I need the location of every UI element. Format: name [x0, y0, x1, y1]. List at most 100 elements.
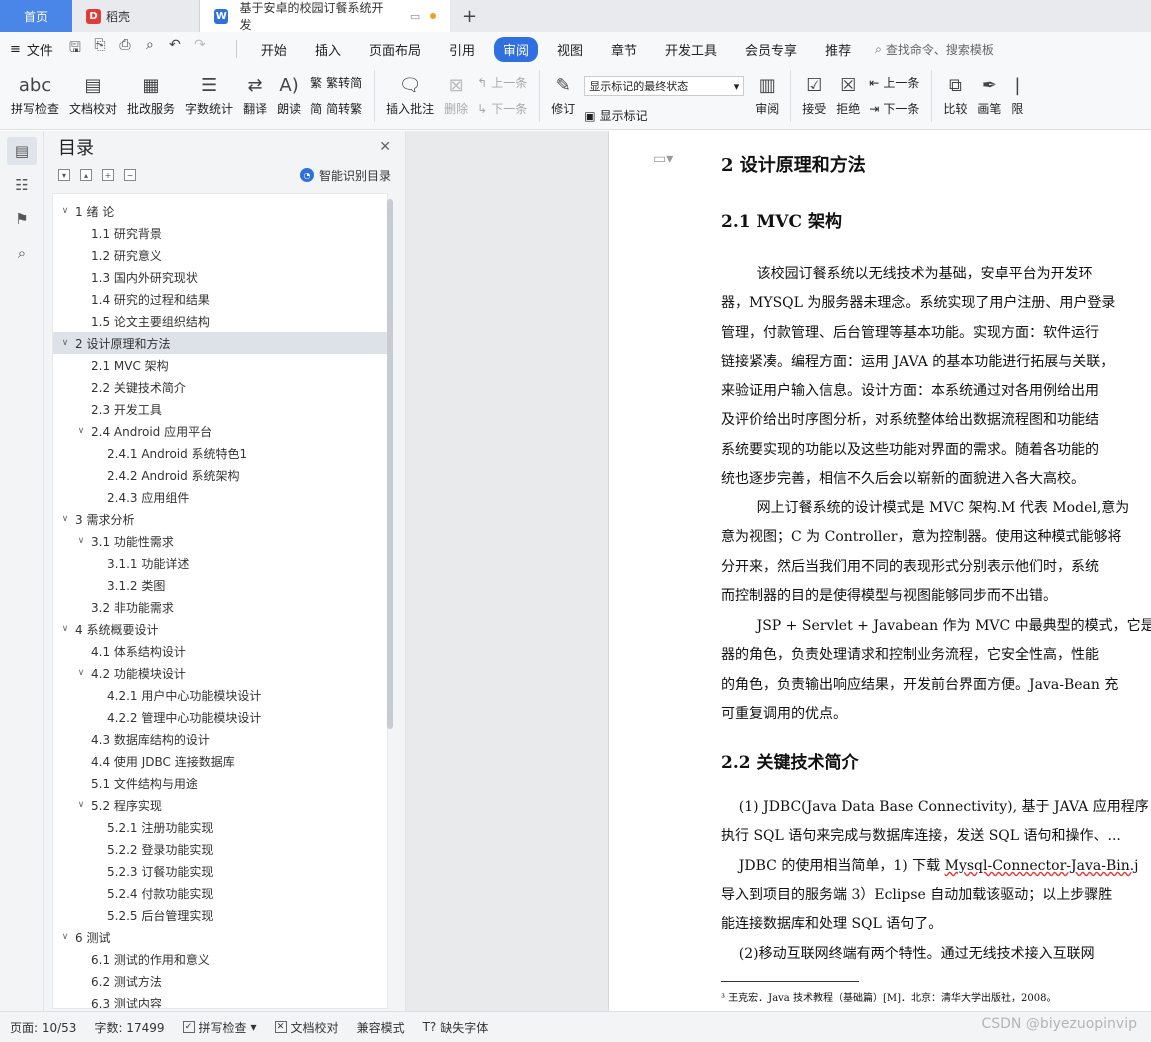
preview-icon[interactable]: ⌕: [142, 37, 158, 61]
batch-review-button[interactable]: ▦ 批改服务: [127, 70, 175, 117]
undo-icon[interactable]: ↶: [167, 37, 183, 61]
menu-layout[interactable]: 页面布局: [360, 37, 430, 62]
document-page[interactable]: ▭▾ 2 设计原理和方法 2.1 MVC 架构 该校园订餐系统以无线技术为基础，…: [608, 131, 1151, 1011]
toc-item[interactable]: 5.2.1 注册功能实现: [53, 816, 387, 838]
toc-item[interactable]: ∨ 4 系统概要设计: [53, 618, 387, 640]
menu-recommend[interactable]: 推荐: [816, 37, 860, 62]
remove-heading-icon[interactable]: −: [124, 169, 136, 181]
toc-item[interactable]: ∨ 5.2 程序实现: [53, 794, 387, 816]
toc-item[interactable]: 5.2.5 后台管理实现: [53, 904, 387, 926]
chevron-down-icon[interactable]: ∨: [59, 624, 71, 634]
next-comment-button[interactable]: ↳ 下一条: [477, 100, 527, 117]
collapse-all-icon[interactable]: ▾: [58, 169, 70, 181]
print-icon[interactable]: ⎙: [117, 37, 133, 61]
toc-item[interactable]: ∨ 1 绪 论: [53, 200, 387, 222]
menu-home[interactable]: 开始: [252, 37, 296, 62]
page-count[interactable]: 页面: 10/53: [10, 1019, 76, 1036]
menu-references[interactable]: 引用: [440, 37, 484, 62]
spell-check-button[interactable]: abc 拼写检查: [11, 70, 59, 117]
toc-item[interactable]: 2.4.2 Android 系统架构: [53, 464, 387, 486]
chevron-down-icon[interactable]: ∨: [75, 426, 87, 436]
toc-item[interactable]: 4.2.2 管理中心功能模块设计: [53, 706, 387, 728]
word-count[interactable]: 字数: 17499: [94, 1019, 164, 1036]
toc-item[interactable]: 3.1.1 功能详述: [53, 552, 387, 574]
menu-view[interactable]: 视图: [548, 37, 592, 62]
toc-item[interactable]: 5.2.3 订餐功能实现: [53, 860, 387, 882]
menu-developer[interactable]: 开发工具: [656, 37, 726, 62]
save-icon[interactable]: 🖫: [67, 37, 83, 61]
toc-item[interactable]: 2.2 关键技术简介: [53, 376, 387, 398]
prev-comment-button[interactable]: ↰ 上一条: [477, 74, 527, 91]
toc-scrollbar[interactable]: [387, 199, 393, 729]
export-icon[interactable]: ⎘: [92, 37, 108, 61]
menu-section[interactable]: 章节: [602, 37, 646, 62]
accept-button[interactable]: ☑ 接受: [802, 70, 826, 117]
toc-item[interactable]: 1.4 研究的过程和结果: [53, 288, 387, 310]
tab-daoke[interactable]: D 稻壳: [72, 0, 200, 32]
add-heading-icon[interactable]: +: [102, 169, 114, 181]
outline-icon[interactable]: ☷: [7, 171, 37, 199]
chevron-down-icon[interactable]: ∨: [59, 932, 71, 942]
pen-button[interactable]: ✒ 画笔: [977, 70, 1001, 117]
toc-item[interactable]: 2.4.3 应用组件: [53, 486, 387, 508]
toc-item[interactable]: ∨ 6 测试: [53, 926, 387, 948]
reject-button[interactable]: ☒ 拒绝: [836, 70, 860, 117]
expand-all-icon[interactable]: ▴: [80, 169, 92, 181]
prev-change-button[interactable]: ⇤ 上一条: [869, 74, 919, 91]
toc-item[interactable]: ∨ 2 设计原理和方法: [53, 332, 387, 354]
toc-item[interactable]: 5.2.2 登录功能实现: [53, 838, 387, 860]
toc-item[interactable]: 3.2 非功能需求: [53, 596, 387, 618]
simp-to-trad-button[interactable]: 简简转繁: [310, 100, 362, 117]
toc-item[interactable]: 1.5 论文主要组织结构: [53, 310, 387, 332]
delete-comment-button[interactable]: ⊠ 删除: [444, 70, 468, 117]
track-changes-button[interactable]: ✎ 修订: [551, 70, 575, 117]
translate-button[interactable]: ⇄ 翻译: [243, 70, 267, 117]
status-proof[interactable]: ✕ 文档校对: [274, 1019, 339, 1036]
toc-item[interactable]: ∨ 3 需求分析: [53, 508, 387, 530]
toc-item[interactable]: 5.2.4 付款功能实现: [53, 882, 387, 904]
word-count-button[interactable]: ☰ 字数统计: [185, 70, 233, 117]
redo-icon[interactable]: ↷: [192, 37, 208, 61]
toc-item[interactable]: 6.3 测试内容: [53, 992, 387, 1009]
toc-item[interactable]: 1.2 研究意义: [53, 244, 387, 266]
toc-item[interactable]: 4.3 数据库结构的设计: [53, 728, 387, 750]
toc-item[interactable]: 4.4 使用 JDBC 连接数据库: [53, 750, 387, 772]
read-aloud-button[interactable]: A) 朗读: [277, 70, 301, 117]
toc-item[interactable]: 5.1 文件结构与用途: [53, 772, 387, 794]
compare-button[interactable]: ⧉ 比较: [943, 70, 967, 117]
restrict-button[interactable]: | 限: [1011, 70, 1023, 117]
toc-panel-icon[interactable]: ▤: [7, 137, 37, 165]
chevron-down-icon[interactable]: ∨: [59, 338, 71, 348]
compat-mode[interactable]: 兼容模式: [357, 1019, 405, 1036]
tab-document[interactable]: W 基于安卓的校园订餐系统开发 ▭: [200, 0, 450, 32]
missing-fonts[interactable]: T? 缺失字体: [423, 1019, 489, 1036]
chevron-down-icon[interactable]: ∨: [75, 800, 87, 810]
insert-comment-button[interactable]: 🗨 插入批注: [386, 70, 434, 117]
smart-toc-button[interactable]: ◔ 智能识别目录: [299, 167, 391, 184]
menu-insert[interactable]: 插入: [306, 37, 350, 62]
toc-item[interactable]: 4.2.1 用户中心功能模块设计: [53, 684, 387, 706]
toc-item[interactable]: 2.1 MVC 架构: [53, 354, 387, 376]
chevron-down-icon[interactable]: ∨: [59, 514, 71, 524]
toc-item[interactable]: ∨ 3.1 功能性需求: [53, 530, 387, 552]
search-icon[interactable]: ⌕: [7, 239, 37, 267]
new-tab-plus-icon[interactable]: +: [450, 0, 489, 32]
page-options-icon[interactable]: ▭▾: [653, 151, 673, 167]
command-search[interactable]: ⌕ 查找命令、搜索模板: [875, 41, 994, 58]
menu-review[interactable]: 审阅: [493, 36, 538, 62]
show-markup-button[interactable]: ▣ 显示标记: [584, 107, 744, 124]
menu-member[interactable]: 会员专享: [736, 37, 806, 62]
toc-item[interactable]: 1.1 研究背景: [53, 222, 387, 244]
toc-item[interactable]: 6.2 测试方法: [53, 970, 387, 992]
chevron-down-icon[interactable]: ∨: [75, 668, 87, 678]
toc-item[interactable]: 1.3 国内外研究现状: [53, 266, 387, 288]
toc-item[interactable]: ∨ 2.4 Android 应用平台: [53, 420, 387, 442]
review-pane-button[interactable]: ▥ 审阅: [755, 70, 779, 117]
chevron-down-icon[interactable]: ∨: [59, 206, 71, 216]
toc-item[interactable]: 6.1 测试的作用和意义: [53, 948, 387, 970]
status-spell-check[interactable]: ✓ 拼写检查 ▾: [182, 1019, 257, 1036]
document-proof-button[interactable]: ▤ 文档校对: [69, 70, 117, 117]
toc-item[interactable]: ∨ 4.2 功能模块设计: [53, 662, 387, 684]
close-icon[interactable]: ✕: [379, 139, 391, 155]
toc-item[interactable]: 4.1 体系结构设计: [53, 640, 387, 662]
